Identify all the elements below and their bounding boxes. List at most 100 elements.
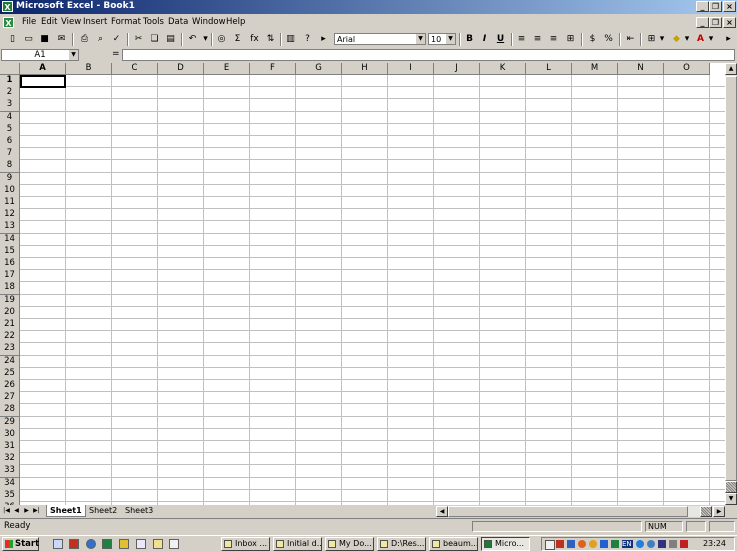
chart-wizard-icon[interactable]: ▥ [284, 33, 297, 45]
scroll-thumb[interactable] [725, 76, 737, 481]
row-header[interactable]: 26 [0, 380, 20, 393]
merge-center-icon[interactable]: ⊞ [564, 33, 577, 45]
outlook-icon[interactable] [119, 539, 129, 549]
acrobat-icon[interactable] [69, 539, 79, 549]
task-beaum[interactable]: beaum... [429, 537, 478, 551]
percent-button[interactable]: % [602, 33, 615, 45]
column-header[interactable]: F [250, 63, 296, 75]
spelling-icon[interactable]: ✓ [110, 33, 123, 45]
mail-icon[interactable]: ✉ [55, 33, 68, 45]
row-header[interactable]: 13 [0, 221, 20, 235]
tray-network-icon[interactable] [567, 540, 575, 548]
search-icon[interactable] [169, 539, 179, 549]
chevron-down-icon[interactable]: ▾ [658, 33, 666, 45]
tray-doc-icon[interactable] [545, 540, 555, 550]
column-header[interactable]: C [112, 63, 158, 75]
chevron-down-icon[interactable]: ▾ [683, 33, 691, 45]
row-header[interactable]: 5 [0, 123, 20, 137]
worksheet-grid[interactable]: ABCDEFGHIJKLMNO 1 2 3 4 5 6 7 8 9 10 11 12 13 14 15 16 1… [0, 63, 725, 505]
scroll-left-icon[interactable]: ◀ [436, 506, 448, 517]
explorer-icon[interactable] [136, 539, 146, 549]
menu-data[interactable]: Data [168, 17, 188, 27]
vertical-scrollbar[interactable]: ▲ ▼ [725, 63, 737, 505]
tray-antivirus-icon[interactable] [578, 540, 586, 548]
minimize-icon[interactable]: _ [696, 1, 709, 12]
menu-window[interactable]: Window [192, 17, 226, 27]
column-header[interactable]: O [664, 63, 710, 75]
sheet-tab-1[interactable]: Sheet1 [46, 505, 86, 517]
task-my-documents[interactable]: My Do... [325, 537, 374, 551]
menu-help[interactable]: Help [226, 17, 245, 27]
menu-tools[interactable]: Tools [143, 17, 164, 27]
split-box[interactable] [725, 481, 737, 493]
start-button[interactable]: Start [2, 537, 39, 551]
task-initial[interactable]: Initial d... [273, 537, 322, 551]
name-box[interactable]: A1 ▼ [1, 49, 79, 61]
row-header[interactable]: 7 [0, 148, 20, 162]
menu-file[interactable]: File [22, 17, 36, 27]
tray-globe-icon[interactable] [647, 540, 655, 548]
chevron-down-icon[interactable]: ▼ [416, 34, 425, 44]
chevron-down-icon[interactable]: ▾ [707, 33, 715, 45]
tray-messenger-icon[interactable] [636, 540, 644, 548]
column-header[interactable]: G [296, 63, 342, 75]
currency-icon[interactable]: $ [586, 33, 599, 45]
doc-restore-icon[interactable]: ❐ [709, 17, 722, 28]
font-color-icon[interactable]: A [694, 33, 707, 45]
task-excel[interactable]: Micro... [481, 537, 530, 551]
chevron-down-icon[interactable]: ▼ [446, 34, 455, 44]
tray-pen-icon[interactable] [669, 540, 677, 548]
chevron-down-icon[interactable]: ▼ [69, 50, 78, 60]
column-header[interactable]: K [480, 63, 526, 75]
column-header[interactable]: A [20, 63, 66, 75]
last-sheet-icon[interactable]: ▶| [32, 506, 41, 516]
autosum-icon[interactable]: Σ [231, 33, 244, 45]
folder-icon[interactable] [153, 539, 163, 549]
prev-sheet-icon[interactable]: ◀ [12, 506, 21, 516]
tray-app-icon[interactable] [658, 540, 666, 548]
row-header[interactable]: 2 [0, 87, 20, 101]
sort-ascending-icon[interactable]: ⇅ [264, 33, 277, 45]
tray-acrobat-icon[interactable] [556, 540, 564, 548]
formula-input[interactable] [122, 49, 735, 61]
new-icon[interactable]: ▯ [6, 33, 19, 45]
row-header[interactable]: 15 [0, 245, 20, 259]
scroll-up-icon[interactable]: ▲ [725, 63, 737, 75]
paste-icon[interactable]: ▤ [164, 33, 177, 45]
language-indicator[interactable]: EN [622, 540, 633, 548]
tray-app-icon[interactable] [611, 540, 619, 548]
split-box[interactable] [700, 506, 712, 517]
task-inbox[interactable]: Inbox ... [221, 537, 270, 551]
row-header[interactable]: 25 [0, 367, 20, 381]
toolbar-options-icon[interactable]: ▸ [317, 33, 330, 45]
row-header[interactable]: 33 [0, 465, 20, 479]
scroll-down-icon[interactable]: ▼ [725, 493, 737, 505]
tray-app-icon[interactable] [680, 540, 688, 548]
row-header[interactable]: 9 [0, 172, 20, 186]
row-header[interactable]: 3 [0, 99, 20, 113]
row-header[interactable]: 23 [0, 343, 20, 357]
row-header[interactable]: 20 [0, 306, 20, 320]
row-header[interactable]: 22 [0, 331, 20, 345]
font-size-select[interactable]: 10 ▼ [428, 33, 456, 45]
borders-icon[interactable]: ⊞ [645, 33, 658, 45]
align-right-icon[interactable]: ≡ [547, 33, 560, 45]
row-header[interactable]: 35 [0, 489, 20, 503]
tray-app-icon[interactable] [600, 540, 608, 548]
tray-update-icon[interactable] [589, 540, 597, 548]
row-header[interactable]: 19 [0, 294, 20, 308]
restore-icon[interactable]: ❐ [709, 1, 722, 12]
bold-button[interactable]: B [463, 33, 476, 45]
row-header[interactable]: 34 [0, 477, 20, 491]
align-left-icon[interactable]: ≡ [515, 33, 528, 45]
row-header[interactable]: 21 [0, 319, 20, 332]
decrease-indent-icon[interactable]: ⇤ [624, 33, 637, 45]
row-header[interactable]: 16 [0, 258, 20, 271]
menu-edit[interactable]: Edit [41, 17, 57, 27]
row-header[interactable]: 10 [0, 184, 20, 198]
row-header[interactable]: 30 [0, 428, 20, 442]
row-header[interactable]: 24 [0, 355, 20, 369]
undo-icon[interactable]: ↶ [186, 33, 199, 45]
row-header[interactable]: 29 [0, 416, 20, 430]
paste-function-icon[interactable]: fx [248, 33, 261, 45]
